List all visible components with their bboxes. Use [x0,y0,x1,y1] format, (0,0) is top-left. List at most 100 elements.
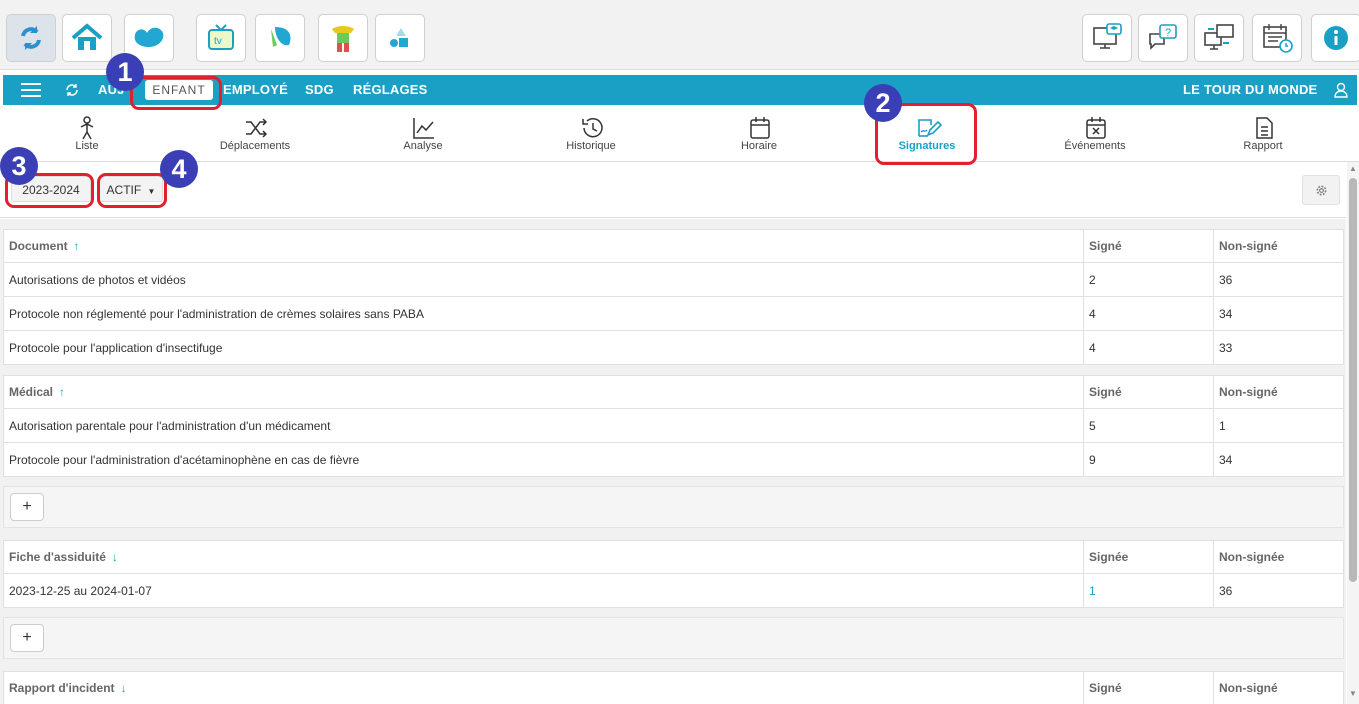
signatures-content: Document ↑ Signé Non-signé Autorisations … [0,219,1346,704]
table-header: Médical ↑ Signé Non-signé [3,375,1344,409]
table-header: Document ↑ Signé Non-signé [3,229,1344,263]
shuffle-icon [246,118,268,138]
column-header-signed[interactable]: Signé [1083,671,1214,704]
sort-arrow-down-icon[interactable]: ↓ [112,550,118,564]
step-badge-2: 2 [864,84,902,122]
nav-sdg[interactable]: SDG [305,75,334,105]
column-header-document[interactable]: Document ↑ [3,229,1084,263]
column-header-unsigned[interactable]: Non-signée [1213,540,1344,574]
document-name: Protocole pour l'application d'insectifu… [3,330,1084,365]
add-row-bar: + [3,486,1344,528]
tab-analyse[interactable]: Analyse [348,106,498,162]
column-header-incident[interactable]: Rapport d'incident ↓ [3,671,1084,704]
table-row[interactable]: Protocole pour l'application d'insectifu… [3,330,1344,365]
medical-table: Médical ↑ Signé Non-signé Autorisation pa… [3,375,1344,477]
signed-count-link[interactable]: 1 [1083,573,1214,608]
document-icon [1256,117,1273,139]
signed-count: 5 [1083,408,1214,443]
tab-evenements[interactable]: Événements [1020,106,1170,162]
signed-count: 2 [1083,262,1214,297]
activity-app-button[interactable] [318,14,368,62]
step-badge-3: 3 [0,147,38,185]
tab-deplacements[interactable]: Déplacements [180,106,330,162]
line-chart-icon [413,118,434,139]
location-name[interactable]: LE TOUR DU MONDE [1183,75,1317,105]
unsigned-count: 34 [1213,296,1344,331]
scroll-down-arrow[interactable]: ▼ [1349,689,1357,698]
step-badge-1: 1 [106,53,144,91]
user-icon[interactable] [1334,82,1348,98]
document-name: Autorisations de photos et vidéos [3,262,1084,297]
monitor-graduation-icon [1093,23,1122,49]
character-icon [332,26,354,52]
table-row[interactable]: Protocole non réglementé pour l'administ… [3,296,1344,331]
help-button[interactable]: ? [1138,14,1188,62]
shapes-icon [390,28,408,47]
refresh-app-button[interactable] [6,14,56,62]
remote-sync-button[interactable] [1194,14,1244,62]
column-header-signed[interactable]: Signée [1083,540,1214,574]
scroll-up-arrow[interactable]: ▲ [1349,164,1357,173]
sort-arrow-up-icon[interactable]: ↑ [59,385,65,399]
calendar-clock-button[interactable] [1252,14,1302,62]
document-table: Document ↑ Signé Non-signé Autorisations … [3,229,1344,365]
history-icon [582,117,603,138]
info-button[interactable] [1311,14,1359,62]
home-app-button[interactable] [62,14,112,62]
signed-count: 9 [1083,442,1214,477]
settings-button[interactable] [1302,175,1340,205]
callout-status [97,173,167,208]
tab-historique[interactable]: Historique [516,106,666,162]
monitors-sync-icon [1204,24,1234,50]
training-button[interactable] [1082,14,1132,62]
leaf-app-button[interactable] [255,14,305,62]
info-icon [1324,26,1348,50]
add-document-button[interactable]: + [10,493,44,521]
butterfly-logo-icon [134,27,164,47]
filter-bar: 2023-2024 ACTIF ▼ [0,162,1346,218]
column-header-signed[interactable]: Signé [1083,229,1214,263]
unsigned-count: 36 [1213,573,1344,608]
refresh-small-icon[interactable] [65,83,79,97]
tab-label: Analyse [403,140,443,152]
hamburger-menu-icon[interactable] [21,83,41,97]
shapes-app-button[interactable] [375,14,425,62]
table-row[interactable]: Protocole pour l'administration d'acétam… [3,442,1344,477]
unsigned-count: 36 [1213,262,1344,297]
period-name: 2023-12-25 au 2024-01-07 [3,573,1084,608]
sort-arrow-down-icon[interactable]: ↓ [121,681,127,695]
callout-enfant [130,76,222,110]
column-header-unsigned[interactable]: Non-signé [1213,375,1344,409]
tab-liste[interactable]: Liste [12,106,162,162]
unsigned-count: 34 [1213,442,1344,477]
tv-app-button[interactable]: tv [196,14,246,62]
scrollbar-thumb[interactable] [1349,178,1357,582]
tab-label: Événements [1064,140,1126,152]
calendar-x-icon [1086,117,1106,139]
signed-count: 4 [1083,296,1214,331]
column-header-unsigned[interactable]: Non-signé [1213,671,1344,704]
nav-employe[interactable]: EMPLOYÉ [223,75,288,105]
vertical-scrollbar[interactable]: ▲ ▼ [1347,162,1359,704]
home-icon [71,23,103,50]
person-icon [80,116,94,140]
tab-rapport[interactable]: Rapport [1188,106,1338,162]
table-row[interactable]: 2023-12-25 au 2024-01-07 1 36 [3,573,1344,608]
column-header-unsigned[interactable]: Non-signé [1213,229,1344,263]
sort-arrow-up-icon[interactable]: ↑ [74,239,80,253]
tab-horaire[interactable]: Horaire [684,106,834,162]
tab-label: Rapport [1243,140,1283,152]
attendance-table: Fiche d'assiduité ↓ Signée Non-signée 202… [3,540,1344,608]
tv-icon: tv [208,24,234,50]
table-row[interactable]: Autorisations de photos et vidéos 2 36 [3,262,1344,297]
document-name: Autorisation parentale pour l'administra… [3,408,1084,443]
column-header-attendance[interactable]: Fiche d'assiduité ↓ [3,540,1084,574]
column-header-medical[interactable]: Médical ↑ [3,375,1084,409]
table-row[interactable]: Autorisation parentale pour l'administra… [3,408,1344,443]
add-attendance-button[interactable]: + [10,624,44,652]
step-badge-4: 4 [160,150,198,188]
nav-reglages[interactable]: RÉGLAGES [353,75,428,105]
gear-icon [1316,185,1327,196]
column-header-signed[interactable]: Signé [1083,375,1214,409]
svg-text:?: ? [1165,27,1171,39]
